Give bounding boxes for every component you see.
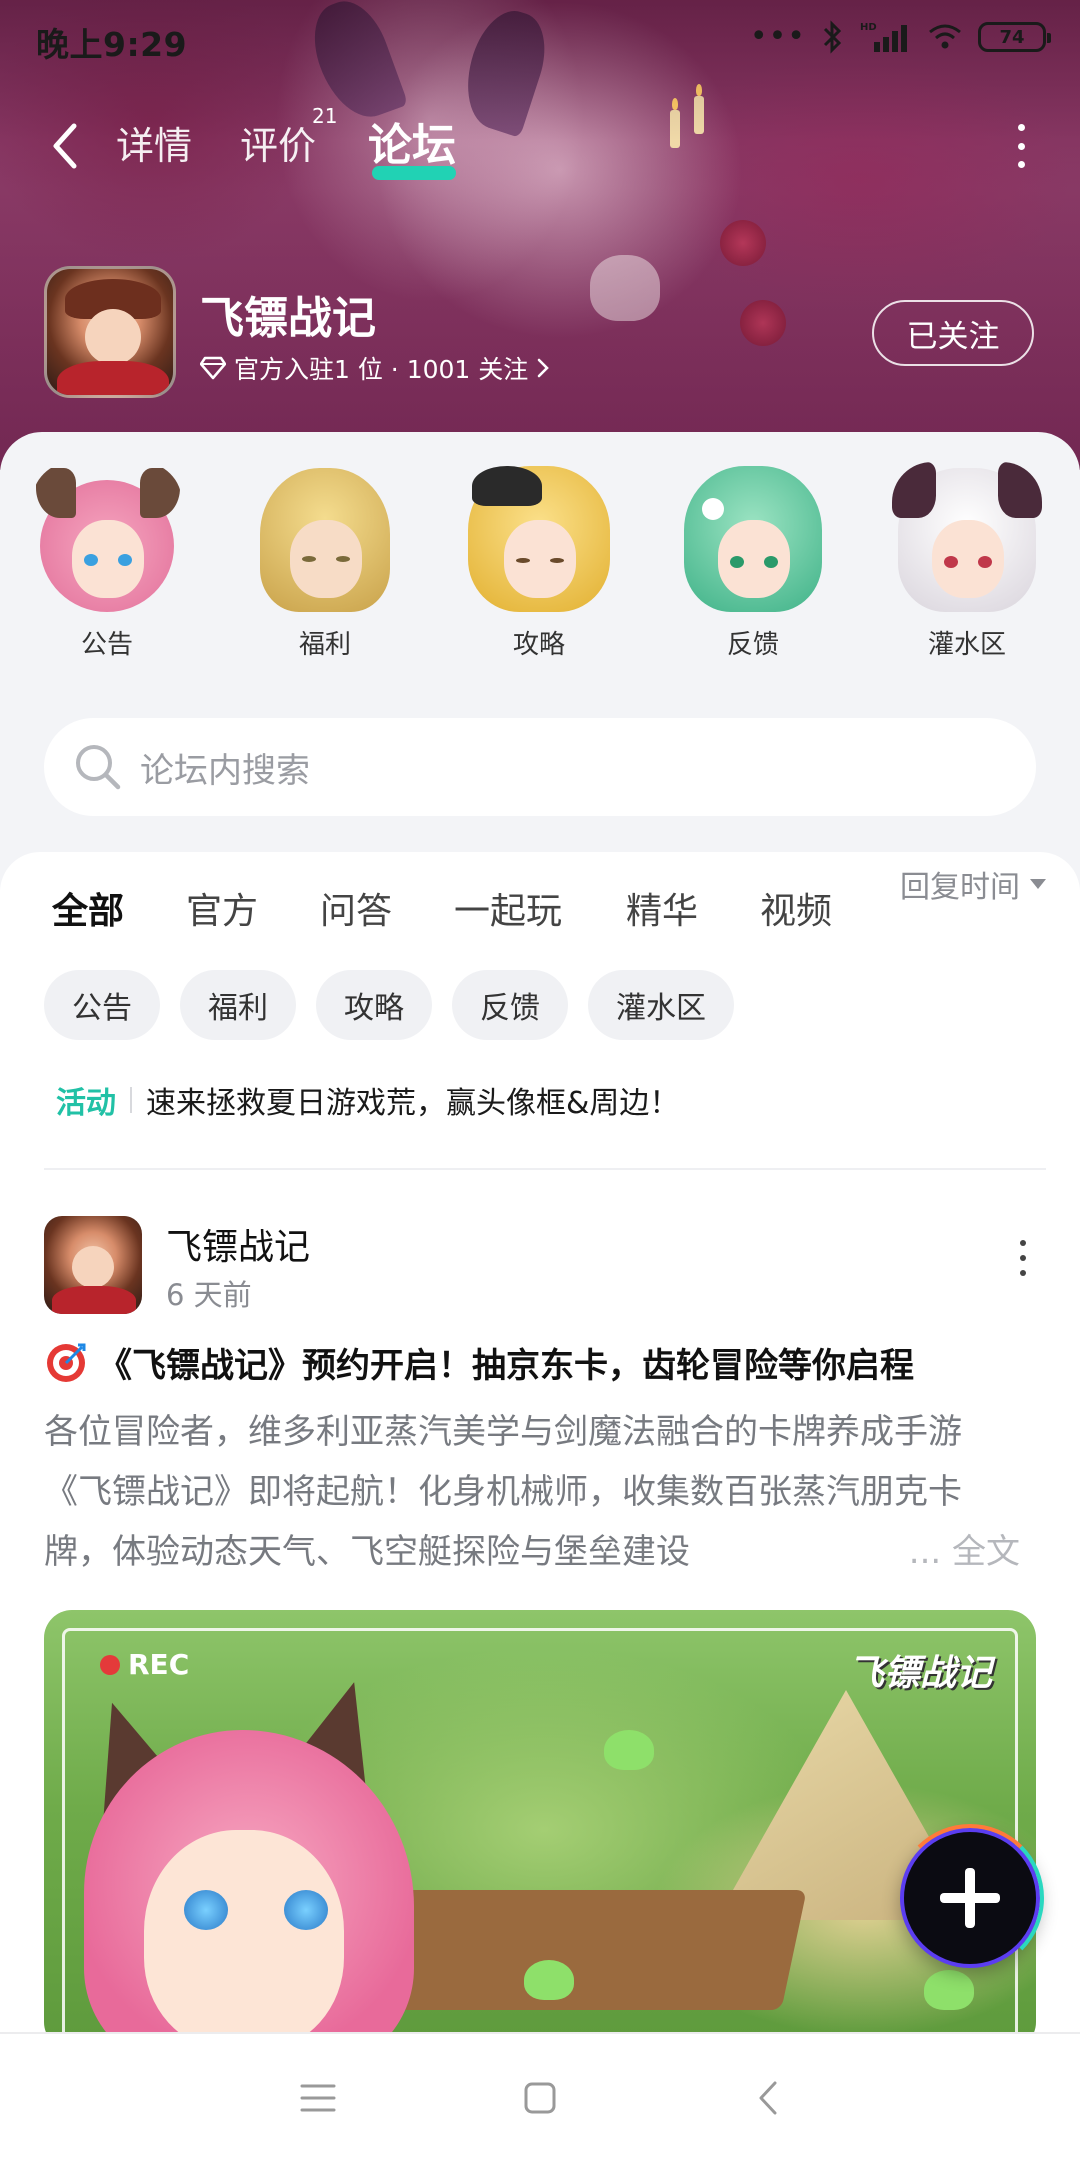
chip-chat[interactable]: 灌水区: [588, 970, 734, 1040]
battery-indicator: 74: [978, 22, 1051, 52]
game-logo: 飞镖战记: [847, 1653, 992, 1694]
activity-banner[interactable]: 活动 速来拯救夏日游戏荒，赢头像框&周边！: [56, 1072, 1046, 1128]
network-type-label: HD: [860, 22, 877, 33]
new-post-button[interactable]: [896, 1824, 1044, 1972]
game-icon[interactable]: [44, 266, 176, 398]
game-stats[interactable]: 官方入驻1 位 · 1001 关注: [200, 350, 550, 386]
activity-tag: 活动: [56, 1086, 116, 1121]
chip-guide[interactable]: 攻略: [316, 970, 432, 1040]
system-navigation-bar: [0, 2032, 1080, 2160]
forum-content: 公告 福利 攻略 反馈 灌水区 论坛内搜索 全部 官方 问答 一起玩 精华 视频…: [0, 432, 1080, 2052]
follow-button[interactable]: 已关注: [872, 300, 1034, 366]
board-chat[interactable]: 灌水区: [892, 462, 1042, 661]
game-info: 飞镖战记 官方入驻1 位 · 1001 关注 已关注: [44, 266, 1034, 400]
board-announcement[interactable]: 公告: [32, 462, 182, 661]
blonde-girl-avatar-icon: [464, 462, 614, 612]
post-title[interactable]: 《飞镖战记》预约开启！抽京东卡，齿轮冒险等你启程: [44, 1338, 1034, 1387]
diamond-icon: [200, 356, 226, 380]
activity-text: 速来拯救夏日游戏荒，赢头像框&周边！: [146, 1086, 680, 1121]
search-icon: [76, 745, 121, 790]
board-label: 攻略: [512, 630, 565, 660]
tab-forum[interactable]: 论坛: [368, 116, 456, 176]
plus-icon: [940, 1868, 1000, 1928]
status-time: 晚上9:29: [36, 25, 188, 64]
back-arrow-icon[interactable]: [46, 116, 86, 176]
status-bar: 晚上9:29 ••• HD 74: [0, 0, 1080, 76]
forum-search-bar[interactable]: 论坛内搜索: [44, 718, 1036, 816]
bluetooth-icon: [822, 20, 844, 54]
more-dots-icon: •••: [749, 19, 806, 54]
elf-girl-avatar-icon: [678, 462, 828, 612]
signal-icon: HD: [860, 20, 912, 54]
tab-featured[interactable]: 精华: [626, 882, 698, 942]
chip-announcement[interactable]: 公告: [44, 970, 160, 1040]
divider: [44, 1168, 1046, 1170]
chevron-right-icon: [537, 358, 550, 378]
divider: [130, 1087, 132, 1113]
tab-video[interactable]: 视频: [760, 882, 832, 942]
caret-down-icon: [1030, 879, 1046, 889]
board-feedback[interactable]: 反馈: [678, 462, 828, 661]
game-stats-text: 官方入驻1 位 · 1001 关注: [234, 355, 529, 384]
board-guide[interactable]: 攻略: [464, 462, 614, 661]
top-navigation: 详情 评价 21 论坛: [0, 104, 1080, 190]
rec-indicator: REC: [100, 1648, 189, 1681]
board-label: 反馈: [726, 630, 779, 660]
record-dot-icon: [100, 1654, 120, 1675]
post-time: 6 天前: [166, 1278, 252, 1312]
post-image[interactable]: REC 飞镖战记: [44, 1610, 1036, 2050]
post-body[interactable]: 各位冒险者，维多利亚蒸汽美学与剑魔法融合的卡牌养成手游《飞镖战记》即将起航！化身…: [44, 1402, 1020, 1582]
chip-feedback[interactable]: 反馈: [452, 970, 568, 1040]
target-icon: [47, 1343, 86, 1382]
game-title: 飞镖战记: [200, 293, 376, 344]
rose-decoration: [720, 220, 766, 266]
home-icon[interactable]: [512, 2070, 568, 2126]
rec-label: REC: [128, 1648, 190, 1681]
tab-all[interactable]: 全部: [52, 882, 124, 942]
blonde-man-avatar-icon: [250, 462, 400, 612]
board-label: 福利: [298, 630, 351, 660]
catgirl-avatar-icon: [32, 462, 182, 612]
tab-reviews[interactable]: 评价: [240, 116, 316, 176]
author-avatar[interactable]: [44, 1216, 142, 1314]
back-icon[interactable]: [740, 2070, 796, 2126]
demon-girl-avatar-icon: [892, 462, 1042, 612]
search-placeholder: 论坛内搜索: [140, 750, 310, 791]
board-label: 公告: [80, 630, 133, 660]
chip-welfare[interactable]: 福利: [180, 970, 296, 1040]
tab-official[interactable]: 官方: [186, 882, 258, 942]
menu-icon[interactable]: [290, 2070, 346, 2126]
more-options-icon[interactable]: [1014, 124, 1028, 168]
tab-qa[interactable]: 问答: [320, 882, 392, 942]
post-title-text: 《飞镖战记》预约开启！抽京东卡，齿轮冒险等你启程: [98, 1346, 914, 1386]
post-author[interactable]: 飞镖战记: [166, 1218, 310, 1270]
review-count-badge: 21: [312, 104, 338, 128]
category-chips: 公告 福利 攻略 反馈 灌水区: [44, 970, 734, 1042]
status-icons: ••• HD 74: [749, 19, 1051, 54]
sort-label: 回复时间: [900, 870, 1020, 905]
tab-details[interactable]: 详情: [116, 116, 192, 176]
board-welfare[interactable]: 福利: [250, 462, 400, 661]
board-list: 公告 福利 攻略 反馈 灌水区: [0, 462, 1080, 662]
post-more-options-icon[interactable]: [1018, 1240, 1028, 1276]
wifi-icon: [928, 22, 962, 52]
forum-page: 晚上9:29 ••• HD 74 详情 评价 21 论坛 飞镖战记 官方入驻1 …: [0, 0, 1080, 2160]
read-full-link[interactable]: ... 全文: [900, 1522, 1020, 1582]
sort-dropdown[interactable]: 回复时间: [900, 862, 1046, 906]
tab-play-together[interactable]: 一起玩: [454, 882, 562, 942]
board-label: 灌水区: [927, 630, 1006, 660]
